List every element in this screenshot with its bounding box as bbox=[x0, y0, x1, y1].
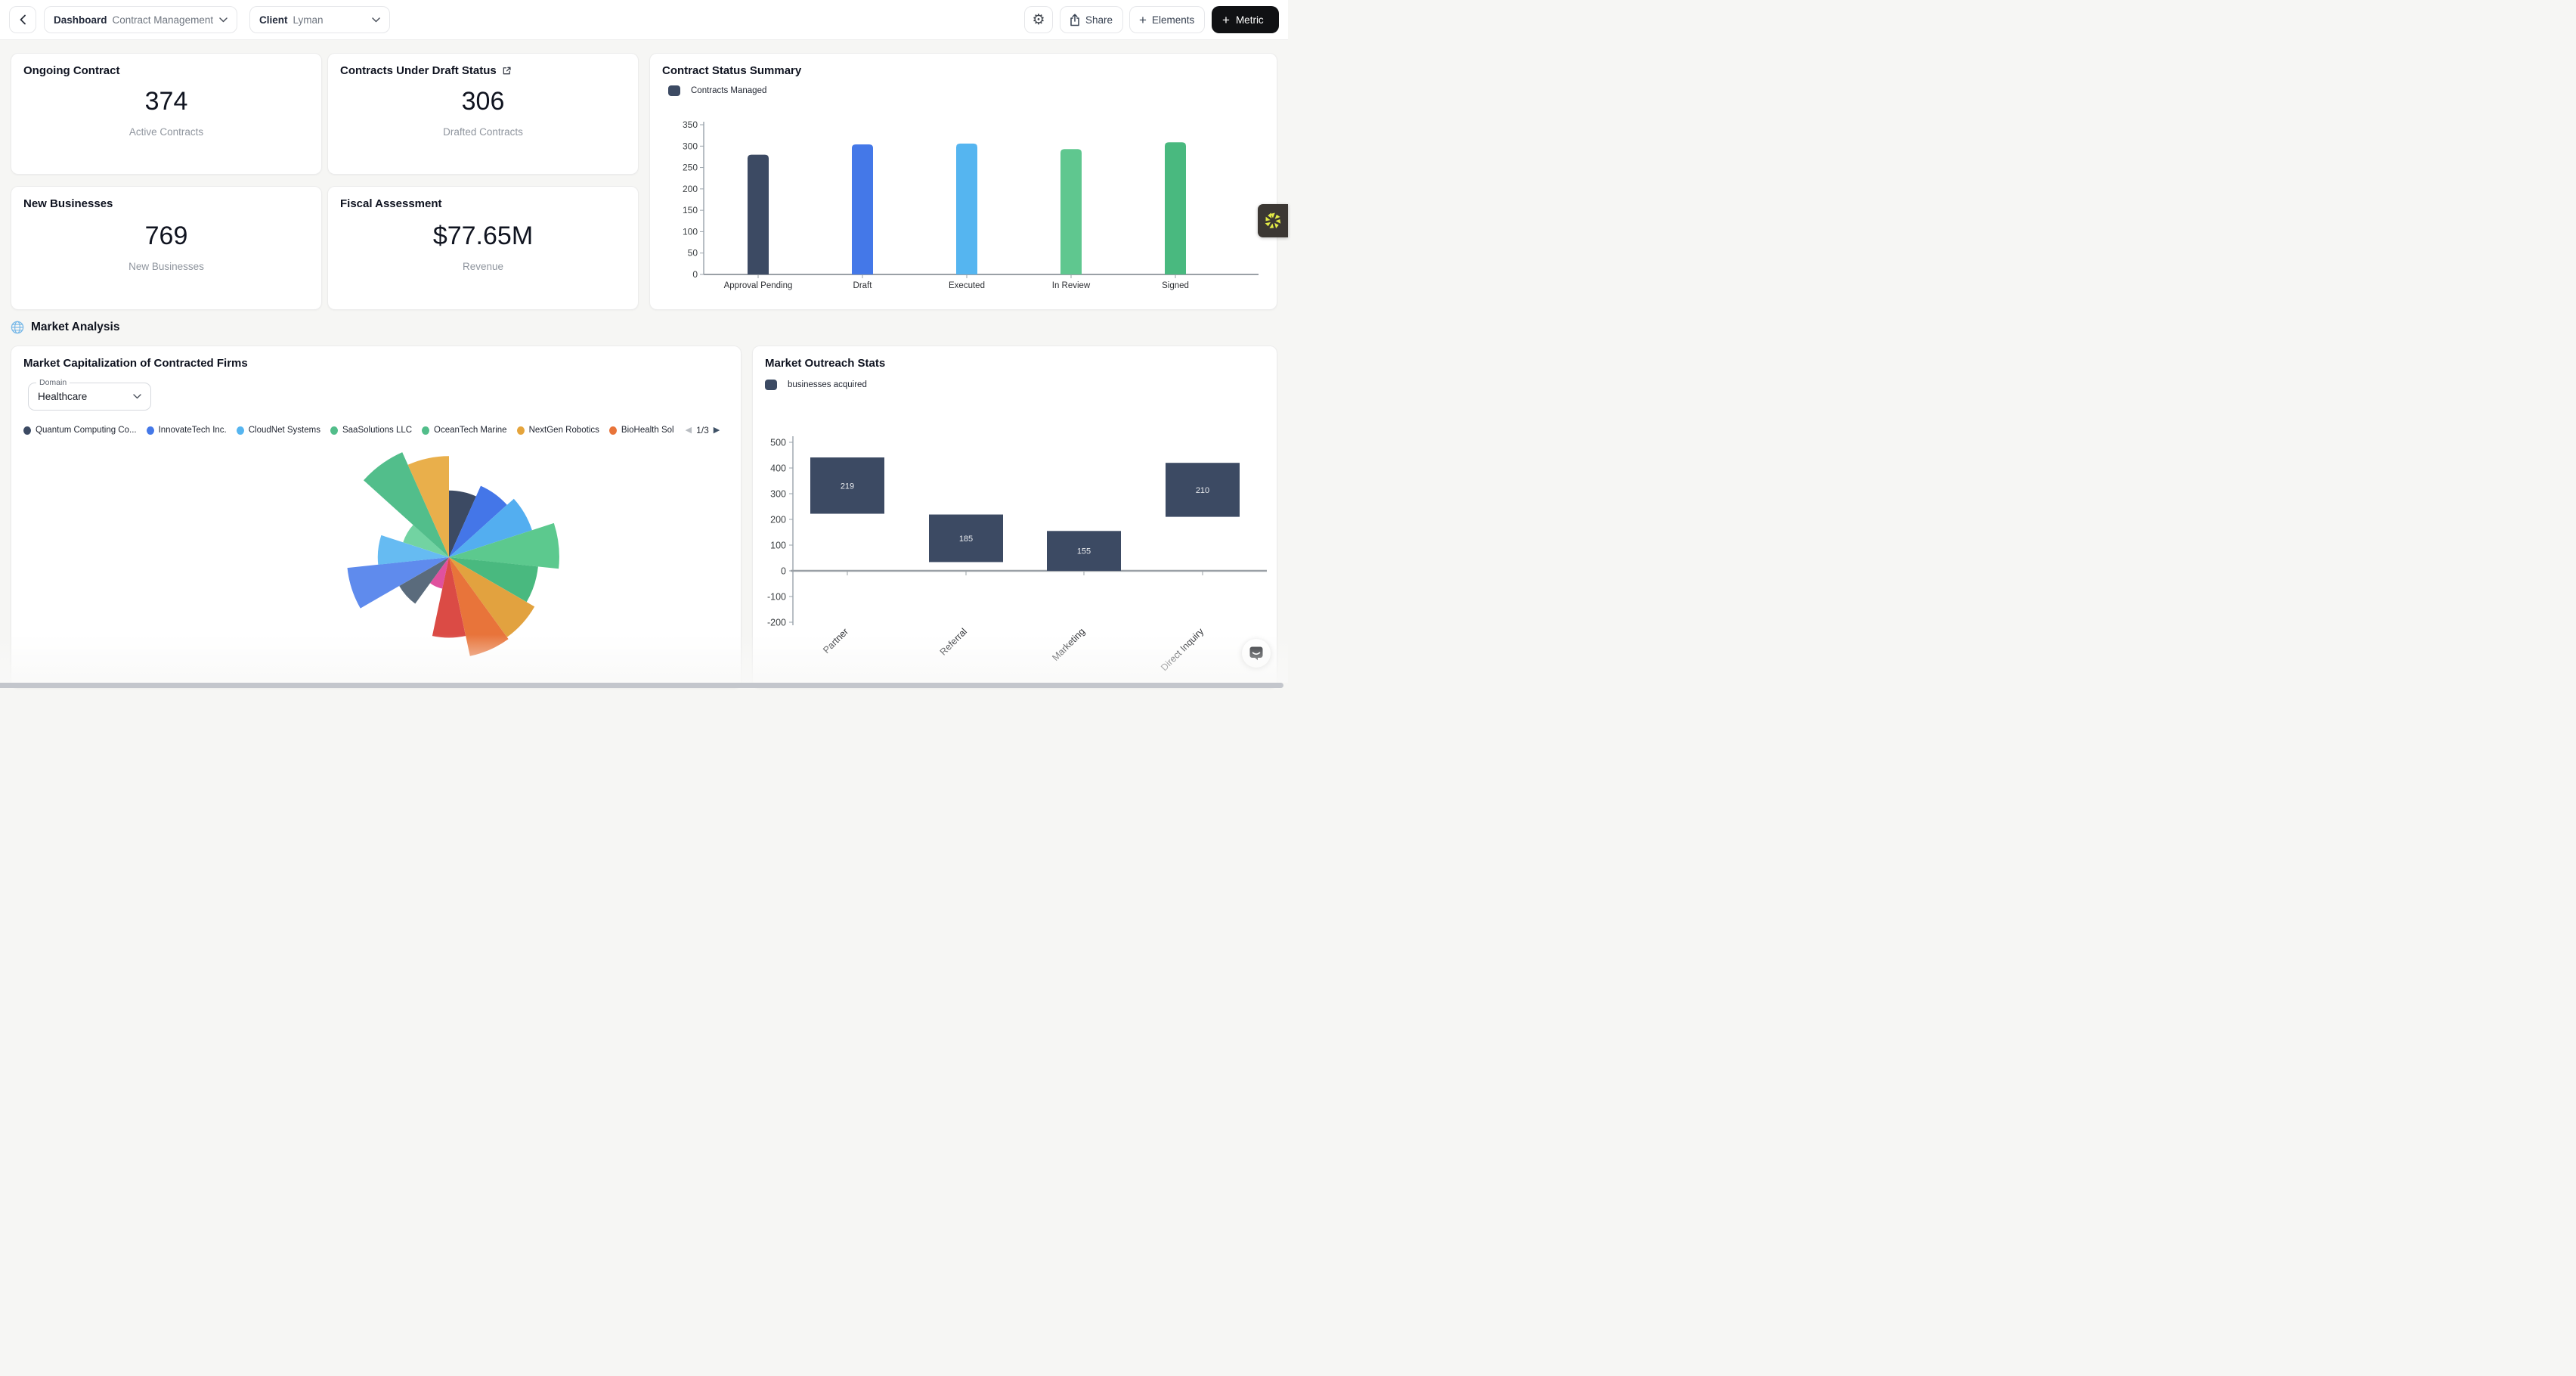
chevron-down-icon bbox=[372, 17, 380, 23]
share-icon bbox=[1070, 14, 1080, 26]
chat-launcher-button[interactable] bbox=[1242, 639, 1271, 668]
svg-text:0: 0 bbox=[692, 269, 698, 280]
kpi-subtitle: Drafted Contracts bbox=[328, 126, 638, 138]
svg-text:100: 100 bbox=[683, 226, 698, 237]
globe-icon bbox=[11, 321, 24, 334]
market-cap-rose-chart bbox=[11, 346, 742, 688]
bar-signed[interactable] bbox=[1165, 142, 1186, 274]
client-selector[interactable]: Client Lyman bbox=[249, 6, 390, 33]
bar-value-label: 185 bbox=[959, 535, 973, 544]
asterisk-icon bbox=[1262, 210, 1283, 231]
plus-icon: + bbox=[1139, 14, 1147, 26]
svg-text:300: 300 bbox=[770, 489, 786, 500]
x-axis-label: In Review bbox=[1052, 281, 1091, 290]
kpi-card-new-businesses: New Businesses 769 New Businesses bbox=[11, 186, 322, 310]
bar-executed[interactable] bbox=[956, 144, 977, 274]
market-cap-card: Market Capitalization of Contracted Firm… bbox=[11, 346, 742, 688]
market-outreach-waterfall-chart: 500 400 300 200 100 0 -100 -200 219 Partner 185 Ref… bbox=[753, 346, 1277, 688]
svg-text:-200: -200 bbox=[767, 618, 786, 628]
kpi-subtitle: Revenue bbox=[328, 261, 638, 272]
gear-icon: ⚙ bbox=[1032, 13, 1045, 27]
card-title: Fiscal Assessment bbox=[340, 197, 442, 210]
section-title: Market Analysis bbox=[31, 321, 119, 334]
bar-in-review[interactable] bbox=[1060, 149, 1082, 274]
svg-text:400: 400 bbox=[770, 463, 786, 474]
x-axis-label: Executed bbox=[949, 281, 985, 290]
client-label: Client bbox=[259, 14, 288, 26]
top-bar: Dashboard Contract Management Client Lym… bbox=[0, 0, 1288, 40]
bar-approval-pending[interactable] bbox=[748, 155, 769, 274]
kpi-card-ongoing-contract: Ongoing Contract 374 Active Contracts bbox=[11, 53, 322, 175]
card-title: Contracts Under Draft Status bbox=[340, 64, 497, 77]
dashboard-label: Dashboard bbox=[54, 14, 107, 26]
client-value: Lyman bbox=[293, 14, 324, 26]
horizontal-scrollbar[interactable] bbox=[0, 683, 1283, 688]
contract-status-bar-chart: 0 50 100 150 200 250 300 350 Approval Pending Dra… bbox=[650, 54, 1277, 310]
share-button[interactable]: Share bbox=[1060, 6, 1123, 33]
svg-text:150: 150 bbox=[683, 205, 698, 215]
x-axis-label: Draft bbox=[853, 281, 873, 290]
chevron-down-icon bbox=[219, 17, 228, 23]
svg-text:350: 350 bbox=[683, 119, 698, 130]
assistant-widget-button[interactable] bbox=[1258, 204, 1288, 237]
external-link-icon[interactable] bbox=[502, 66, 512, 76]
kpi-card-contracts-under-draft: Contracts Under Draft Status 306 Drafted… bbox=[327, 53, 639, 175]
bar-value-label: 219 bbox=[841, 482, 854, 491]
back-button[interactable] bbox=[9, 6, 36, 33]
svg-text:200: 200 bbox=[683, 184, 698, 194]
svg-text:50: 50 bbox=[688, 248, 698, 259]
x-axis-label: Approval Pending bbox=[724, 281, 793, 290]
kpi-value: 374 bbox=[11, 87, 321, 116]
elements-button[interactable]: + Elements bbox=[1129, 6, 1205, 33]
plus-icon: + bbox=[1222, 14, 1230, 26]
settings-button[interactable]: ⚙ bbox=[1024, 6, 1053, 33]
bar-value-label: 155 bbox=[1077, 547, 1091, 556]
kpi-subtitle: Active Contracts bbox=[11, 126, 321, 138]
svg-text:-100: -100 bbox=[767, 592, 786, 603]
share-label: Share bbox=[1085, 14, 1113, 26]
bar-draft[interactable] bbox=[852, 144, 873, 274]
section-market-analysis: Market Analysis bbox=[11, 321, 119, 334]
svg-text:200: 200 bbox=[770, 515, 786, 525]
kpi-value: $77.65M bbox=[328, 222, 638, 251]
x-axis-label-rotated: Partner bbox=[821, 626, 850, 655]
x-axis-label-rotated: Marketing bbox=[1050, 626, 1087, 663]
bar-value-label: 210 bbox=[1196, 486, 1209, 495]
svg-text:250: 250 bbox=[683, 163, 698, 173]
dashboard-value: Contract Management bbox=[113, 14, 214, 26]
svg-text:500: 500 bbox=[770, 438, 786, 448]
dashboard-selector[interactable]: Dashboard Contract Management bbox=[44, 6, 237, 33]
card-title: Ongoing Contract bbox=[23, 64, 120, 77]
svg-text:300: 300 bbox=[683, 141, 698, 151]
x-axis-label-rotated: Referral bbox=[938, 626, 969, 657]
kpi-value: 769 bbox=[11, 222, 321, 251]
contract-status-summary-card: Contract Status Summary Contracts Manage… bbox=[649, 53, 1277, 310]
elements-label: Elements bbox=[1152, 14, 1194, 26]
x-axis-label: Signed bbox=[1162, 281, 1189, 290]
svg-text:0: 0 bbox=[781, 566, 786, 577]
add-metric-button[interactable]: + Metric bbox=[1212, 6, 1279, 33]
kpi-card-fiscal-assessment: Fiscal Assessment $77.65M Revenue bbox=[327, 186, 639, 310]
kpi-subtitle: New Businesses bbox=[11, 261, 321, 272]
card-title: New Businesses bbox=[23, 197, 113, 210]
metric-label: Metric bbox=[1236, 14, 1264, 26]
x-axis-label-rotated: Direct Inquiry bbox=[1159, 626, 1206, 673]
svg-text:100: 100 bbox=[770, 541, 786, 551]
market-outreach-card: Market Outreach Stats businesses acquire… bbox=[752, 346, 1277, 688]
chevron-left-icon bbox=[19, 14, 26, 25]
kpi-value: 306 bbox=[328, 87, 638, 116]
chat-bubble-icon bbox=[1248, 645, 1265, 662]
